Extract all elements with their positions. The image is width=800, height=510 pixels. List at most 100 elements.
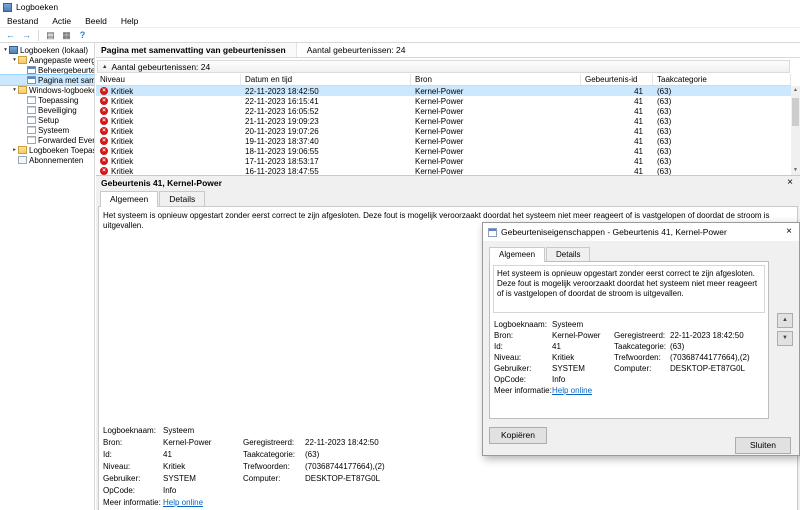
tree-item-label: Setup (38, 115, 59, 125)
event-level-text: Kritiek (111, 126, 134, 136)
field-value: Info (163, 486, 177, 495)
scroll-down-icon[interactable]: ▼ (791, 166, 800, 175)
events-table: Niveau Datum en tijd Bron Gebeurtenis-id… (96, 74, 791, 176)
field-label: Logboeknaam: (494, 320, 547, 329)
show-console-tree-icon[interactable]: ▤ (44, 29, 57, 41)
scrollbar-thumb[interactable] (792, 98, 799, 126)
column-header-taakcategorie[interactable]: Taakcategorie (653, 74, 791, 85)
events-group-header[interactable]: ▲ Aantal gebeurtenissen: 24 (97, 60, 790, 73)
close-button[interactable]: Sluiten (735, 437, 791, 454)
tree-item[interactable]: Abonnementen (0, 155, 94, 165)
field-label: Logboeknaam: (103, 426, 156, 435)
copy-button[interactable]: Kopiëren (489, 427, 547, 444)
dialog-titlebar[interactable]: Gebeurteniseigenschappen - Gebeurtenis 4… (483, 223, 799, 241)
menu-bestand[interactable]: Bestand (0, 16, 45, 26)
tab-algemeen[interactable]: Algemeen (100, 191, 159, 207)
critical-level-icon: × (100, 147, 108, 155)
column-header-niveau[interactable]: Niveau (96, 74, 241, 85)
detail-field-row: OpCode: Info (494, 375, 768, 386)
next-event-button[interactable]: ▼ (777, 331, 793, 346)
expander-icon[interactable]: ▸ (11, 147, 18, 153)
critical-level-icon: × (100, 97, 108, 105)
menu-actie[interactable]: Actie (45, 16, 78, 26)
field-value: 41 (163, 450, 172, 459)
help-online-link[interactable]: Help online (163, 498, 243, 507)
tree-item[interactable]: Systeem (0, 125, 94, 135)
expander-icon[interactable]: ▾ (11, 57, 18, 63)
event-row[interactable]: × Kritiek 22-11-2023 16:15:41 Kernel-Power 4… (96, 96, 791, 106)
dialog-title: Gebeurteniseigenschappen - Gebeurtenis 4… (501, 227, 727, 237)
expander-icon[interactable]: ▾ (2, 47, 9, 53)
field-label: Meer informatie: (494, 386, 552, 395)
tree-item[interactable]: Forwarded Events (0, 135, 94, 145)
menu-beeld[interactable]: Beeld (78, 16, 114, 26)
tree-item[interactable]: Beheergebeurtenissen (0, 65, 94, 75)
event-viewer-window: Logboeken Bestand Actie Beeld Help ← → ▤… (0, 0, 800, 510)
field-label: OpCode: (494, 375, 527, 384)
dialog-tab-algemeen[interactable]: Algemeen (489, 247, 546, 262)
tree-item-label: Beveiliging (38, 105, 77, 115)
window-titlebar: Logboeken (0, 0, 800, 14)
events-scrollbar[interactable]: ▲ ▼ (791, 86, 800, 175)
event-properties-dialog: Gebeurteniseigenschappen - Gebeurtenis 4… (482, 222, 800, 456)
column-header-bron[interactable]: Bron (411, 74, 581, 85)
console-tree: ▾Logboeken (lokaal)▾Aangepaste weergaven… (0, 43, 95, 510)
event-datetime-cell: 21-11-2023 19:09:23 (245, 116, 319, 126)
field-label: Id: (494, 342, 503, 351)
field-label: Niveau: (103, 462, 131, 471)
event-row[interactable]: × Kritiek 20-11-2023 19:07:26 Kernel-Power 4… (96, 126, 791, 136)
help-icon[interactable]: ? (76, 29, 89, 41)
sub-icon (18, 156, 27, 164)
field-label: Niveau: (494, 353, 522, 362)
event-table-body: × Kritiek 22-11-2023 18:42:50 Kernel-Power 4… (96, 86, 791, 176)
group-expander-icon[interactable]: ▲ (102, 64, 107, 70)
field-label: OpCode: (103, 486, 136, 495)
tree-item[interactable]: ▾ Windows-logboeken (0, 85, 94, 95)
log-icon (27, 96, 36, 104)
tree-item[interactable]: ▸ Logboeken Toepassingen en (0, 145, 94, 155)
dialog-close-icon[interactable]: × (784, 227, 794, 237)
field-value: 41 (552, 342, 561, 351)
dialog-event-message: Het systeem is opnieuw opgestart zonder … (493, 265, 765, 313)
event-level-cell: × Kritiek (96, 107, 241, 116)
event-row[interactable]: × Kritiek 21-11-2023 19:09:23 Kernel-Power 4… (96, 116, 791, 126)
window-title: Logboeken (16, 2, 59, 12)
scroll-up-icon[interactable]: ▲ (791, 86, 800, 95)
properties-icon[interactable]: ▦ (60, 29, 73, 41)
tree-item[interactable]: Beveiliging (0, 105, 94, 115)
menu-help[interactable]: Help (114, 16, 145, 26)
dialog-tab-details[interactable]: Details (546, 247, 591, 261)
previous-event-button[interactable]: ▲ (777, 313, 793, 328)
tree-item[interactable]: ▾ Logboeken (lokaal) (0, 45, 94, 55)
event-category-cell: (63) (657, 96, 672, 106)
forward-arrow-icon[interactable]: → (20, 29, 33, 41)
event-source-cell: Kernel-Power (415, 126, 464, 136)
back-arrow-icon[interactable]: ← (4, 29, 17, 41)
event-row[interactable]: × Kritiek 17-11-2023 18:53:17 Kernel-Power 4… (96, 156, 791, 166)
critical-level-icon: × (100, 137, 108, 145)
folder-icon (18, 56, 27, 64)
field-label: Bron: (494, 331, 514, 340)
event-level-cell: × Kritiek (96, 97, 241, 106)
log-icon (27, 116, 36, 124)
tree-item[interactable]: Pagina met samenvatting (0, 74, 94, 86)
expander-icon[interactable]: ▾ (11, 87, 18, 93)
event-row[interactable]: × Kritiek 19-11-2023 18:37:40 Kernel-Power 4… (96, 136, 791, 146)
menubar: Bestand Actie Beeld Help (0, 14, 800, 27)
field-label: Meer informatie: (103, 498, 161, 507)
event-category-cell: (63) (657, 126, 672, 136)
event-row[interactable]: × Kritiek 18-11-2023 19:06:55 Kernel-Power 4… (96, 146, 791, 156)
tree-item[interactable]: ▾ Aangepaste weergaven (0, 55, 94, 65)
column-header-gebeurtenis-id[interactable]: Gebeurtenis-id (581, 74, 653, 85)
event-datetime-cell: 19-11-2023 18:37:40 (245, 136, 319, 146)
column-header-datum[interactable]: Datum en tijd (241, 74, 411, 85)
help-online-link[interactable]: Help online (552, 386, 614, 395)
tree-item[interactable]: Toepassing (0, 95, 94, 105)
event-row[interactable]: × Kritiek 22-11-2023 16:05:52 Kernel-Power 4… (96, 106, 791, 116)
event-row[interactable]: × Kritiek 22-11-2023 18:42:50 Kernel-Power 4… (96, 86, 791, 96)
event-source-cell: Kernel-Power (415, 146, 464, 156)
preview-close-icon[interactable]: × (785, 178, 795, 188)
tree-item[interactable]: Setup (0, 115, 94, 125)
event-level-cell: × Kritiek (96, 137, 241, 146)
tab-details[interactable]: Details (159, 191, 206, 206)
